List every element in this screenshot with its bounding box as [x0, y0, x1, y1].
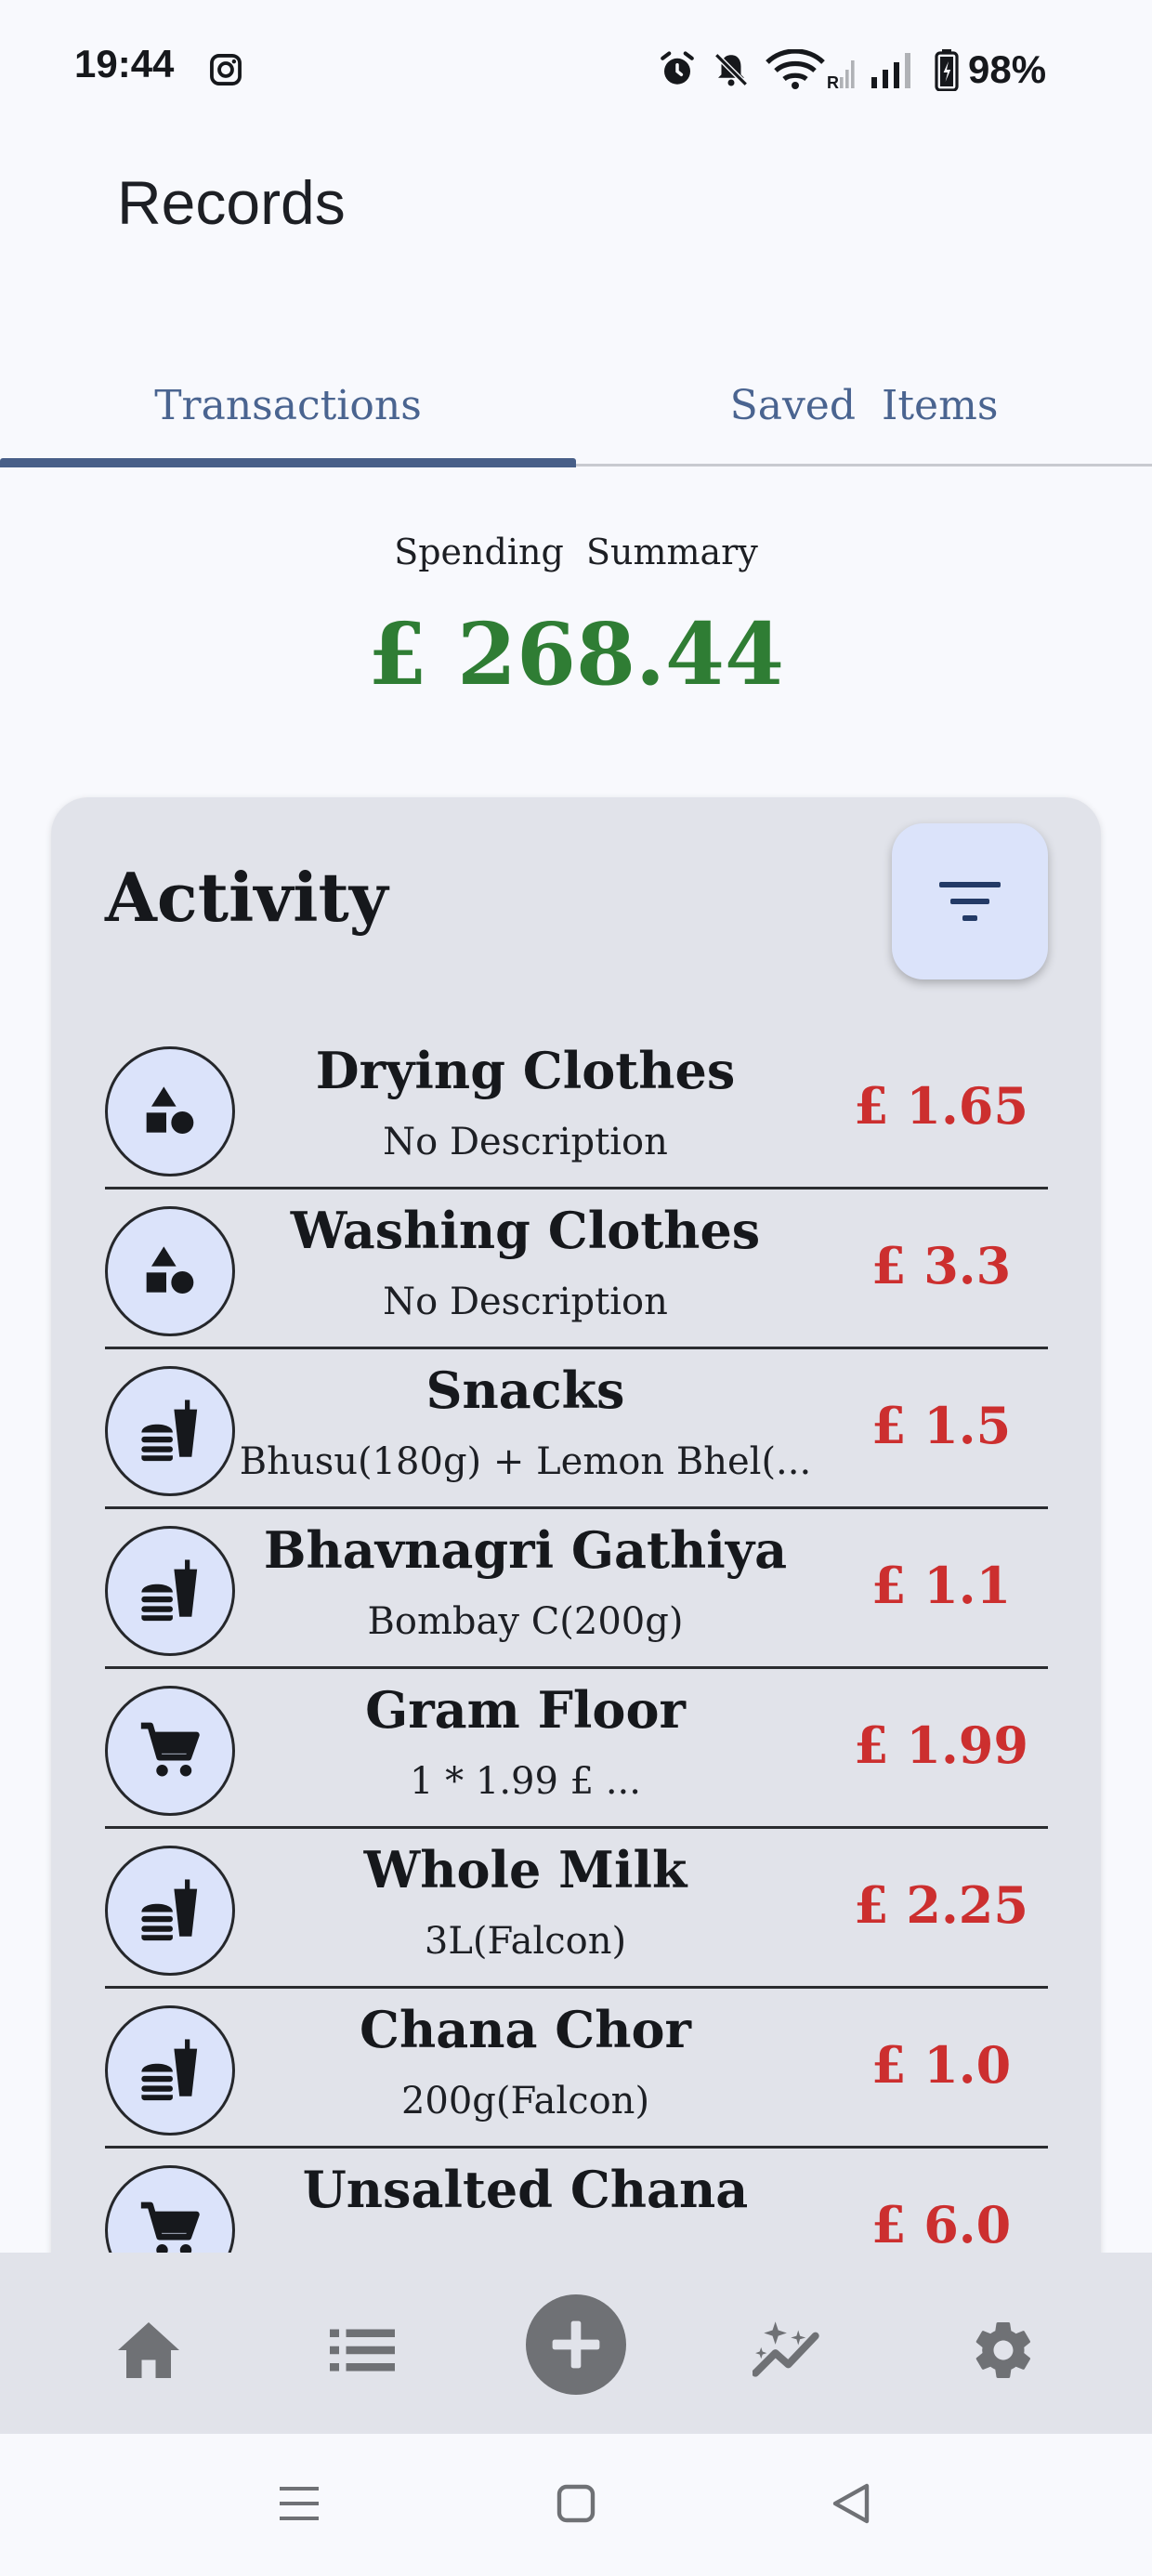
spending-summary-amount: £ 268.44	[367, 604, 785, 704]
nav-home-button[interactable]	[98, 2299, 200, 2401]
tab-saved-items-label: Saved Items	[729, 381, 999, 429]
tab-transactions-label: Transactions	[154, 381, 422, 429]
item-title: Drying Clothes	[315, 1041, 736, 1100]
tab-saved-items[interactable]: Saved Items	[576, 344, 1152, 467]
list-item[interactable]: Washing Clothes No Description £ 3.3	[105, 1189, 1048, 1349]
insights-icon	[753, 2321, 819, 2377]
status-time: 19:44	[74, 42, 175, 85]
filter-icon	[939, 882, 1001, 921]
category-icon-wrap	[105, 1366, 235, 1496]
recents-button[interactable]	[271, 2476, 327, 2531]
item-amount: £ 1.99	[854, 1715, 1028, 1775]
item-description: 200g(Falcon)	[400, 2080, 650, 2123]
list-item[interactable]: Drying Clothes No Description £ 1.65	[105, 1030, 1048, 1189]
list-item[interactable]: Gram Floor 1 * 1.99 £ ... £ 1.99	[105, 1669, 1048, 1829]
svg-text:R: R	[827, 73, 839, 90]
list-item[interactable]: Bhavnagri Gathiya Bombay C(200g) £ 1.1	[105, 1509, 1048, 1669]
nav-settings-button[interactable]	[952, 2299, 1054, 2401]
item-amount: £ 1.65	[854, 1076, 1028, 1136]
category-icon-wrap	[105, 1846, 235, 1976]
bell-off-icon	[714, 53, 748, 86]
item-amount: £ 1.1	[871, 1556, 1012, 1615]
shapes-icon	[146, 1086, 194, 1134]
item-amount: £ 3.3	[871, 1236, 1012, 1295]
shapes-icon	[146, 1246, 194, 1294]
tab-bar: Transactions Saved Items	[0, 344, 1152, 467]
list-icon	[330, 2329, 395, 2372]
filter-button[interactable]	[892, 823, 1048, 979]
item-amount: £ 2.25	[854, 1875, 1028, 1935]
status-bar: 19:44 R 98%	[0, 0, 1152, 139]
item-title: Gram Floor	[365, 1680, 686, 1740]
item-description: No Description	[383, 1281, 668, 1323]
home-square-icon	[556, 2484, 596, 2523]
tab-indicator	[0, 458, 576, 467]
category-icon-wrap	[105, 2005, 235, 2136]
back-icon	[832, 2483, 870, 2524]
category-icon-wrap	[105, 1526, 235, 1656]
item-title: Bhavnagri Gathiya	[263, 1520, 788, 1580]
category-icon-wrap	[105, 1046, 235, 1176]
home-icon	[118, 2322, 179, 2378]
cart-icon	[140, 1722, 200, 1777]
tab-transactions[interactable]: Transactions	[0, 344, 576, 467]
list-item[interactable]: Snacks Bhusu(180g) + Lemon Bhel(... £ 1.…	[105, 1349, 1048, 1509]
signal-icon	[871, 53, 910, 88]
page-title: Records	[117, 168, 346, 237]
item-description: 3L(Falcon)	[424, 1920, 627, 1963]
item-title: Whole Milk	[363, 1840, 687, 1899]
item-title: Snacks	[425, 1360, 625, 1420]
category-icon-wrap	[105, 1686, 235, 1816]
nav-list-button[interactable]	[311, 2299, 413, 2401]
item-amount: £ 1.5	[871, 1396, 1012, 1455]
status-icons: R 98%	[658, 46, 1046, 93]
recents-icon	[280, 2487, 319, 2520]
instagram-icon	[210, 54, 242, 85]
nav-add-button[interactable]	[526, 2294, 626, 2395]
spending-summary-label: Spending Summary	[394, 532, 758, 572]
list-item[interactable]: Chana Chor 200g(Falcon) £ 1.0	[105, 1989, 1048, 2149]
activity-title: Activity	[105, 858, 388, 937]
battery-icon	[935, 49, 959, 91]
item-amount: £ 6.0	[871, 2195, 1012, 2254]
transaction-list: Drying Clothes No Description £ 1.65 Was…	[105, 1030, 1048, 2308]
add-icon	[552, 2320, 600, 2369]
fastfood-icon	[141, 1400, 198, 1462]
activity-card: Activity Drying Clothes No Description £…	[51, 797, 1101, 2377]
alarm-icon	[661, 51, 694, 85]
system-back-button[interactable]	[822, 2476, 878, 2531]
fastfood-icon	[141, 1879, 198, 1941]
fastfood-icon	[141, 2039, 198, 2101]
nav-insights-button[interactable]	[739, 2299, 841, 2401]
system-home-button[interactable]	[548, 2476, 604, 2531]
bottom-navigation	[0, 2253, 1152, 2434]
wifi-icon: R	[766, 49, 855, 90]
item-description: 1 * 1.99 £ ...	[410, 1760, 641, 1803]
item-description: Bombay C(200g)	[367, 1600, 684, 1643]
item-title: Washing Clothes	[290, 1201, 761, 1260]
list-item[interactable]: Whole Milk 3L(Falcon) £ 2.25	[105, 1829, 1048, 1989]
item-description: No Description	[383, 1121, 668, 1163]
system-navigation	[0, 2434, 1152, 2576]
battery-percentage: 98%	[968, 47, 1047, 91]
item-description: Bhusu(180g) + Lemon Bhel(...	[239, 1440, 812, 1483]
fastfood-icon	[141, 1559, 198, 1622]
item-title: Unsalted Chana	[302, 2160, 749, 2219]
item-amount: £ 1.0	[871, 2035, 1012, 2095]
item-title: Chana Chor	[360, 2000, 691, 2059]
category-icon-wrap	[105, 1206, 235, 1336]
settings-icon	[975, 2322, 1030, 2378]
